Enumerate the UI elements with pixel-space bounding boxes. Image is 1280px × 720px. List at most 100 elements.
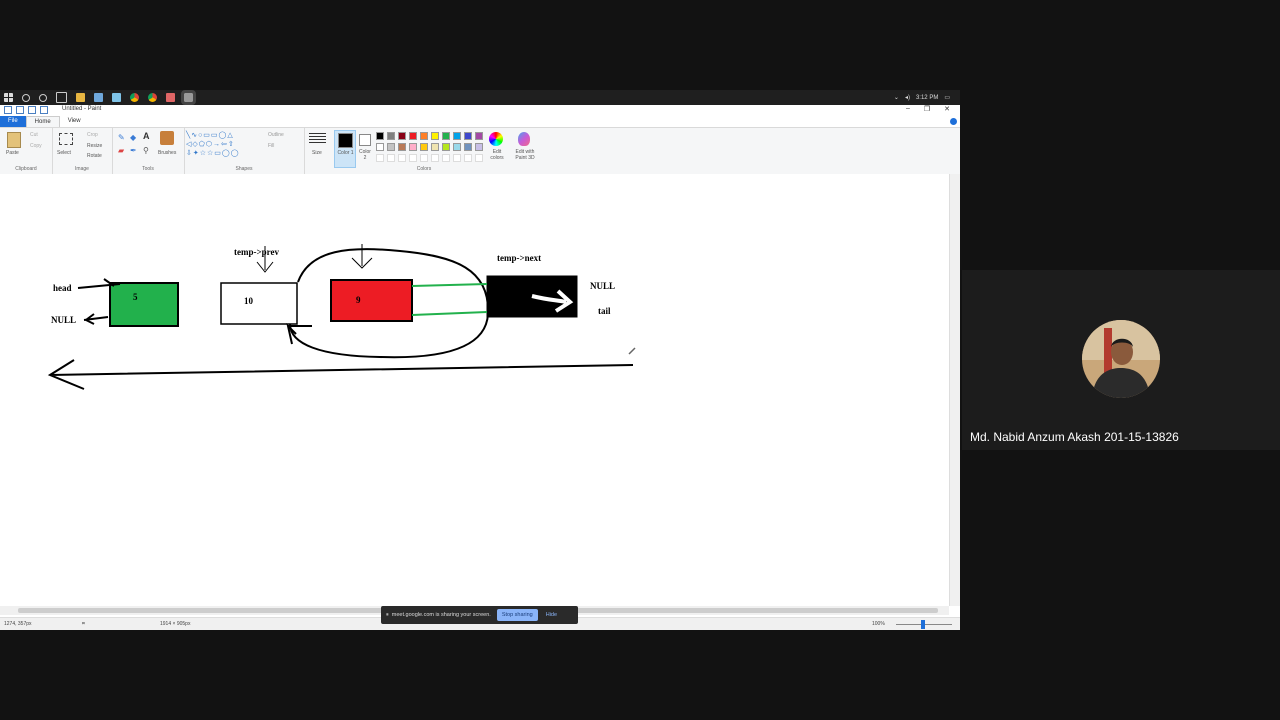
label-temp-next: temp->next: [497, 253, 542, 263]
color2-swatch[interactable]: [359, 134, 371, 146]
pencil-icon[interactable]: ✎: [118, 133, 125, 142]
brushes-button[interactable]: Brushes: [158, 150, 176, 156]
outline-button[interactable]: Outline: [268, 132, 284, 138]
palette-swatch[interactable]: [398, 143, 406, 151]
vertical-scrollbar[interactable]: [949, 174, 960, 606]
paste-button[interactable]: Paste: [6, 150, 19, 156]
close-icon[interactable]: ✕: [944, 105, 950, 113]
palette-swatch[interactable]: [464, 132, 472, 140]
notification-icon[interactable]: ▭: [944, 94, 950, 101]
shapes-gallery[interactable]: ╲∿○▭▭◯△ ◁◇⬠⬡→⇦⇧ ⇩✦☆☆▭◯◯: [186, 131, 262, 157]
shapes-group: ╲∿○▭▭◯△ ◁◇⬠⬡→⇦⇧ ⇩✦☆☆▭◯◯ Outline Fill Shape…: [184, 128, 305, 174]
edit-colors-icon[interactable]: [489, 132, 503, 146]
restore-icon[interactable]: ❐: [924, 105, 930, 113]
palette-swatch[interactable]: [453, 132, 461, 140]
pause-icon: ⏸: [386, 611, 389, 618]
help-icon[interactable]: [950, 118, 957, 125]
paint3d-button[interactable]: Edit with Paint 3D: [511, 149, 539, 161]
palette-empty-swatch[interactable]: [442, 154, 450, 162]
palette-swatch[interactable]: [442, 143, 450, 151]
palette-swatch[interactable]: [387, 132, 395, 140]
undo-icon[interactable]: [28, 106, 36, 114]
palette-swatch[interactable]: [464, 143, 472, 151]
file-explorer-icon[interactable]: [76, 93, 85, 102]
task-view-icon[interactable]: [56, 92, 67, 103]
minimize-icon[interactable]: –: [906, 105, 910, 113]
palette-swatch[interactable]: [409, 143, 417, 151]
search-icon[interactable]: [22, 93, 30, 102]
select-icon[interactable]: [59, 133, 73, 145]
window-title: Untitled - Paint: [62, 106, 102, 112]
palette-empty-swatch[interactable]: [387, 154, 395, 162]
palette-swatch[interactable]: [431, 143, 439, 151]
palette-swatch[interactable]: [376, 132, 384, 140]
clipboard-group: Paste Cut Copy Clipboard: [0, 128, 53, 174]
speaker-icon[interactable]: ◂): [905, 94, 910, 101]
tab-file[interactable]: File: [0, 116, 26, 127]
cortana-icon[interactable]: [39, 93, 47, 102]
palette-swatch[interactable]: [442, 132, 450, 140]
brushes-icon[interactable]: [160, 131, 174, 145]
drawing-canvas[interactable]: head NULL temp->prev temp->next NULL tai…: [0, 174, 949, 606]
label-temp-prev: temp->prev: [234, 247, 279, 257]
edit-colors-button[interactable]: Edit colors: [487, 149, 507, 161]
paste-icon[interactable]: [7, 132, 21, 148]
chrome-icon[interactable]: [130, 93, 139, 102]
palette-empty-swatch[interactable]: [420, 154, 428, 162]
redo-icon[interactable]: [40, 106, 48, 114]
palette-empty-swatch[interactable]: [453, 154, 461, 162]
palette-empty-swatch[interactable]: [398, 154, 406, 162]
palette-swatch[interactable]: [475, 143, 483, 151]
palette-swatch[interactable]: [409, 132, 417, 140]
app-active-icon[interactable]: [181, 90, 196, 105]
windows-start-icon[interactable]: [4, 93, 13, 102]
cut-button[interactable]: Cut: [30, 132, 38, 138]
label-null-right: NULL: [590, 281, 616, 291]
null-left-pointer-stroke: [83, 313, 109, 325]
chevron-up-icon[interactable]: ⌄: [894, 94, 899, 101]
palette-empty-swatch[interactable]: [475, 154, 483, 162]
clock[interactable]: 3:12 PM: [916, 95, 938, 101]
crop-button[interactable]: Crop: [87, 132, 98, 138]
size-icon[interactable]: [309, 133, 326, 145]
copy-button[interactable]: Copy: [30, 143, 42, 149]
select-button[interactable]: Select: [57, 150, 71, 156]
color1-selected[interactable]: Color 1: [334, 130, 356, 168]
node-9-value: 9: [356, 295, 361, 305]
palette-empty-swatch[interactable]: [464, 154, 472, 162]
resize-button[interactable]: Resize: [87, 143, 102, 149]
palette-swatch[interactable]: [376, 143, 384, 151]
palette-swatch[interactable]: [387, 143, 395, 151]
rotate-button[interactable]: Rotate: [87, 153, 102, 159]
palette-empty-swatch[interactable]: [376, 154, 384, 162]
magnifier-icon[interactable]: ⚲: [143, 146, 149, 155]
zoom-slider-thumb[interactable]: [921, 620, 925, 629]
text-icon[interactable]: A: [143, 131, 150, 141]
save-icon[interactable]: [16, 106, 24, 114]
tab-home[interactable]: Home: [25, 115, 60, 128]
node-9-box: [330, 279, 413, 322]
eraser-icon[interactable]: ▰: [118, 146, 124, 155]
hide-button[interactable]: Hide: [546, 612, 557, 618]
label-null-left: NULL: [51, 315, 77, 325]
palette-swatch[interactable]: [453, 143, 461, 151]
app-icon[interactable]: [166, 93, 175, 102]
paint3d-icon[interactable]: [518, 132, 530, 146]
palette-empty-swatch[interactable]: [409, 154, 417, 162]
color-palette: [376, 132, 488, 162]
fill-button[interactable]: Fill: [268, 143, 274, 149]
chrome-alt-icon[interactable]: [148, 93, 157, 102]
stop-sharing-button[interactable]: Stop sharing: [496, 609, 538, 621]
palette-swatch[interactable]: [420, 132, 428, 140]
palette-swatch[interactable]: [475, 132, 483, 140]
color-picker-icon[interactable]: ✒: [130, 146, 137, 155]
palette-swatch[interactable]: [431, 132, 439, 140]
notepad-icon[interactable]: [94, 93, 103, 102]
tab-view[interactable]: View: [60, 116, 89, 127]
palette-swatch[interactable]: [398, 132, 406, 140]
size-button[interactable]: Size: [312, 150, 322, 156]
paint-icon[interactable]: [112, 93, 121, 102]
palette-empty-swatch[interactable]: [431, 154, 439, 162]
fill-icon[interactable]: ◆: [130, 133, 136, 142]
palette-swatch[interactable]: [420, 143, 428, 151]
